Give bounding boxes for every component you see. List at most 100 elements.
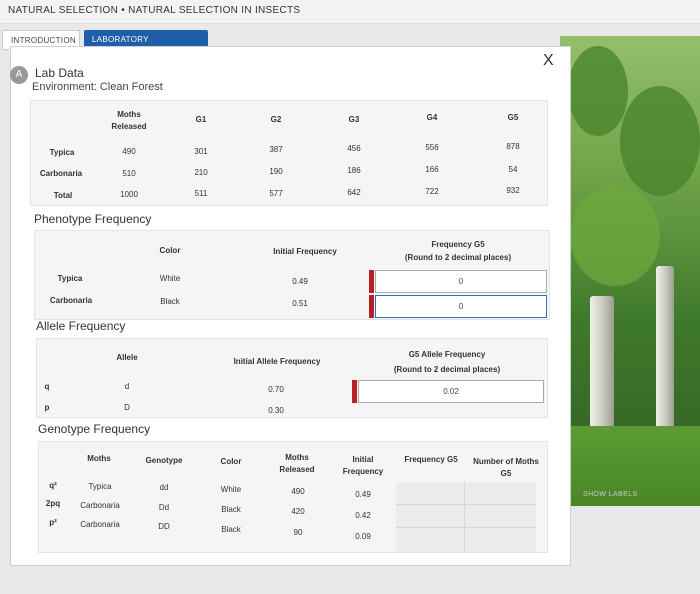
cell: DD — [158, 522, 170, 531]
cell: 90 — [293, 528, 303, 537]
col-g4: G4 — [426, 113, 438, 122]
allele-symbol-q: q — [44, 382, 50, 391]
genotype-title: Genotype Frequency — [38, 422, 151, 436]
divider — [396, 527, 536, 528]
cell: dd — [159, 483, 169, 492]
top-bar: NATURAL SELECTION • NATURAL SELECTION IN… — [0, 0, 700, 24]
genotype-table: Moths Genotype Color Moths Released Init… — [38, 441, 548, 553]
foliage — [568, 46, 628, 136]
cell: 0.70 — [268, 385, 284, 394]
error-marker — [369, 270, 374, 293]
cell: 722 — [425, 187, 439, 196]
error-marker — [352, 380, 357, 403]
row-label-carbonaria: Carbonaria — [39, 169, 83, 178]
cell: D — [124, 403, 130, 412]
cell: Black — [160, 297, 180, 306]
row-label-carbonaria: Carbonaria — [49, 296, 93, 305]
allele-title: Allele Frequency — [36, 319, 126, 333]
app-title: NATURAL SELECTION • NATURAL SELECTION IN… — [8, 5, 301, 16]
cell: 54 — [508, 165, 518, 174]
phenotype-carbonaria-input[interactable]: 0 — [375, 295, 547, 318]
cell: d — [124, 382, 130, 391]
foliage — [570, 186, 660, 286]
cell: 878 — [506, 142, 520, 151]
cell: Carbonaria — [80, 501, 120, 510]
foliage — [620, 86, 700, 196]
allele-q-input[interactable]: 0.02 — [358, 380, 544, 403]
show-labels-toggle[interactable]: SHOW LABELS — [583, 491, 638, 498]
col-g2: G2 — [270, 115, 282, 124]
cell: 932 — [506, 186, 520, 195]
moths-table: Moths Released G1 G2 G3 G4 G5 Typica 490… — [30, 100, 548, 206]
col-g3: G3 — [348, 115, 360, 124]
cell: Typica — [88, 482, 112, 491]
cell: 1000 — [120, 190, 138, 199]
allele-symbol-p: p — [44, 403, 50, 412]
environment-label: Environment: Clean Forest — [32, 81, 163, 93]
cell: 166 — [425, 165, 439, 174]
col-initial-frequency: Initial Frequency — [273, 247, 337, 256]
phenotype-title: Phenotype Frequency — [34, 212, 152, 226]
empty-inputs-area — [396, 482, 536, 552]
cell: 456 — [347, 144, 361, 153]
cell: 642 — [347, 188, 361, 197]
cell: 301 — [194, 147, 208, 156]
col-g5-allele-frequency: G5 Allele Frequency — [408, 350, 486, 359]
cell: 490 — [291, 487, 305, 496]
col-number-of-moths-g5: Number of Moths G5 — [473, 457, 539, 478]
panel-title: Lab Data — [35, 66, 84, 80]
cell: 0.09 — [355, 532, 371, 541]
col-color: Color — [220, 457, 242, 466]
lab-avatar-icon: A — [10, 66, 28, 84]
divider — [396, 504, 536, 505]
cell: 0.42 — [355, 511, 371, 520]
col-moths: Moths — [87, 454, 111, 463]
row-label-typica: Typica — [57, 274, 83, 283]
cell: 420 — [291, 507, 305, 516]
cell: 490 — [122, 147, 136, 156]
genotype-symbol: 2pq — [45, 499, 61, 508]
close-icon[interactable]: X — [543, 52, 554, 70]
cell: Black — [221, 505, 241, 514]
cell: 0.49 — [292, 277, 308, 286]
col-moths-released: Moths Released — [279, 453, 315, 474]
col-color: Color — [159, 246, 181, 255]
cell: White — [220, 485, 242, 494]
col-initial-allele-frequency: Initial Allele Frequency — [233, 357, 321, 366]
genotype-symbol: q² — [49, 481, 57, 490]
cell: 556 — [425, 143, 439, 152]
cell: Black — [221, 525, 241, 534]
col-g5: G5 — [507, 113, 519, 122]
col-frequency-g5: Frequency G5 — [404, 455, 458, 464]
app-page: NATURAL SELECTION • NATURAL SELECTION IN… — [0, 0, 700, 594]
cell: 210 — [194, 168, 208, 177]
cell: 0.49 — [355, 490, 371, 499]
divider — [464, 482, 465, 552]
forest-scene — [560, 36, 700, 506]
col-initial-frequency: Initial Frequency — [342, 455, 384, 476]
cell: 0.51 — [292, 299, 308, 308]
genotype-symbol: p² — [49, 518, 57, 527]
cell: 510 — [122, 169, 136, 178]
row-label-total: Total — [53, 191, 73, 200]
cell: 387 — [269, 145, 283, 154]
row-label-typica: Typica — [49, 148, 75, 157]
col-genotype: Genotype — [145, 456, 183, 465]
phenotype-typica-input[interactable]: 0 — [375, 270, 547, 293]
cell: Dd — [158, 503, 170, 512]
cell: White — [159, 274, 181, 283]
cell: Carbonaria — [80, 520, 120, 529]
cell: 0.30 — [268, 406, 284, 415]
cell: 511 — [194, 189, 208, 198]
cell: 186 — [347, 166, 361, 175]
cell: 577 — [269, 189, 283, 198]
error-marker — [369, 295, 374, 318]
cell: 190 — [269, 167, 283, 176]
col-frequency-g5: Frequency G5 — [431, 240, 485, 249]
col-round-note: (Round to 2 decimal places) — [404, 253, 512, 262]
col-round-note: (Round to 2 decimal places) — [393, 365, 501, 374]
allele-table: Allele Initial Allele Frequency G5 Allel… — [36, 338, 548, 418]
col-g1: G1 — [195, 115, 207, 124]
col-moths-released: Moths Released — [111, 110, 147, 131]
col-allele: Allele — [116, 353, 138, 362]
